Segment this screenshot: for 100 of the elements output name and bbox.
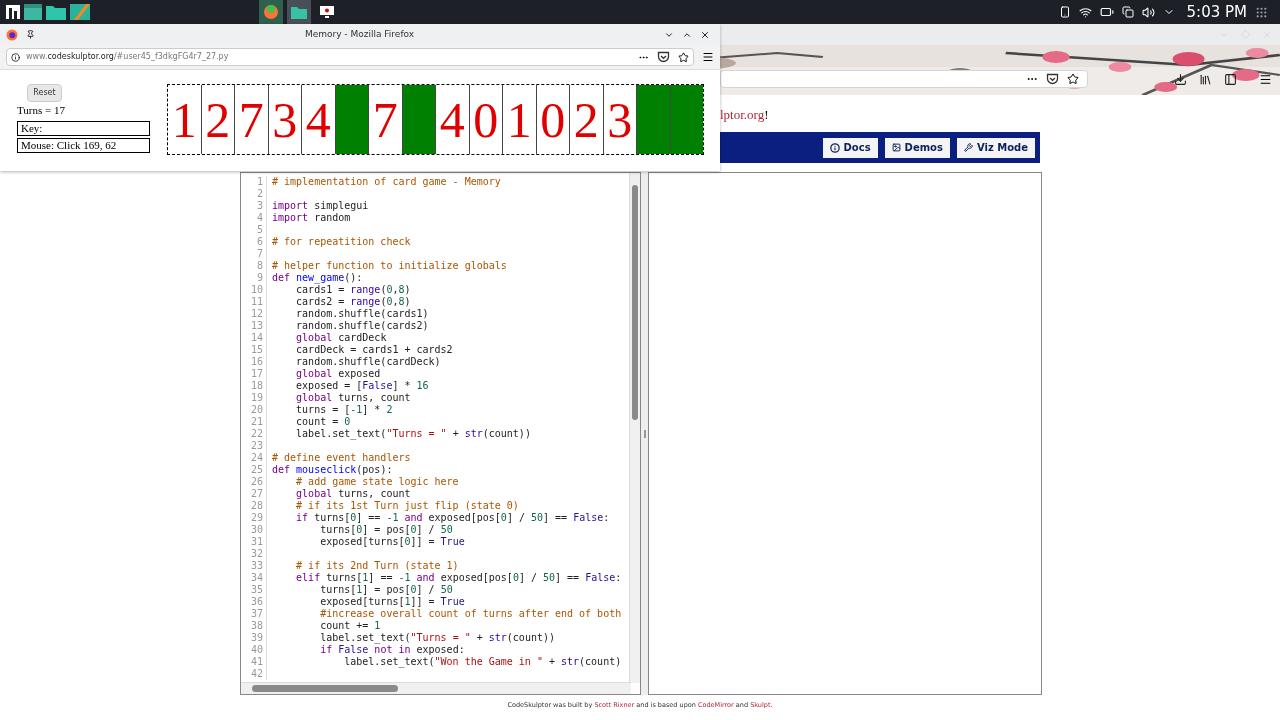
menu-icon[interactable]	[1259, 72, 1272, 86]
line-number: 3	[241, 200, 267, 212]
code-line: def new_game():	[271, 272, 363, 284]
volume-icon[interactable]	[1141, 5, 1155, 19]
line-number: 4	[241, 212, 267, 224]
reset-button[interactable]: Reset	[27, 84, 62, 102]
line-number: 1	[241, 176, 267, 188]
line-number: 7	[241, 248, 267, 260]
sidebar-icon[interactable]	[1224, 72, 1237, 86]
pocket-icon[interactable]	[1046, 73, 1059, 85]
line-number: 9	[241, 272, 267, 284]
line-number: 19	[241, 392, 267, 404]
line-number: 23	[241, 440, 267, 452]
line-number: 31	[241, 536, 267, 548]
pocket-icon[interactable]	[657, 51, 670, 63]
code-line: random.shuffle(cardDeck)	[295, 356, 441, 368]
files-task-icon[interactable]	[287, 0, 311, 24]
menu-icon[interactable]	[702, 51, 714, 63]
app-menu-icon[interactable]	[6, 5, 20, 19]
line-number: 5	[241, 224, 267, 236]
code-line: turns[0] = pos[0] / 50	[319, 524, 453, 536]
code-line: random.shuffle(cards2)	[295, 320, 429, 332]
code-line: import simplegui	[271, 200, 369, 212]
code-line: cards2 = range(0,8)	[295, 296, 411, 308]
line-number: 2	[241, 188, 267, 200]
url-text: www.codeskulptor.org/#user45_f3dkgFG4r7_27.py	[26, 51, 229, 63]
line-number: 16	[241, 356, 267, 368]
key-field[interactable]: Key:	[17, 121, 150, 136]
phone-icon[interactable]	[1058, 6, 1071, 18]
library-icon[interactable]	[1199, 72, 1212, 86]
nav-button[interactable]: Docs	[822, 137, 878, 158]
line-number: 38	[241, 620, 267, 632]
line-number: 29	[241, 512, 267, 524]
line-number: 21	[241, 416, 267, 428]
close-icon[interactable]	[700, 29, 710, 40]
grid-icon[interactable]	[1255, 5, 1268, 19]
code-line: import random	[271, 212, 351, 224]
line-number: 13	[241, 320, 267, 332]
line-number: 32	[241, 548, 267, 560]
code-line: cardDeck = cards1 + cards2	[295, 344, 453, 356]
code-line: count = 0	[295, 416, 351, 428]
wrench-icon	[963, 143, 973, 152]
clipboard-icon[interactable]	[1121, 6, 1134, 18]
code-line: exposed[turns[1]] = True	[319, 596, 465, 608]
code-line: if False not in exposed:	[319, 644, 465, 656]
code-line: random.shuffle(cards1)	[295, 308, 429, 320]
line-number: 8	[241, 260, 267, 272]
code-line: label.set_text("Turns = " + str(count))	[319, 632, 555, 644]
nav-button[interactable]: Viz Mode	[956, 137, 1035, 158]
pin-icon[interactable]	[26, 30, 35, 39]
code-line: # if its 2nd Turn (state 1)	[295, 560, 459, 572]
wifi-icon[interactable]	[1078, 5, 1092, 19]
mouse-field[interactable]: Mouse: Click 169, 62	[17, 138, 150, 153]
clock: 5:03 PM	[1186, 1, 1247, 23]
line-number: 24	[241, 452, 267, 464]
download-icon[interactable]	[1174, 72, 1187, 86]
code-line: cards1 = range(0,8)	[295, 284, 411, 296]
code-line: count += 1	[319, 620, 381, 632]
code-line: exposed[turns[0]] = True	[319, 536, 465, 548]
battery-icon[interactable]	[1099, 5, 1114, 19]
code-line: # for repeatition check	[271, 236, 411, 248]
line-number: 20	[241, 404, 267, 416]
bookmark-icon[interactable]	[1067, 73, 1079, 85]
line-number: 35	[241, 584, 267, 596]
code-line: elif turns[1] == -1 and exposed[pos[0] / 50] == False:	[295, 572, 622, 584]
code-line: turns = [-1] * 2	[295, 404, 393, 416]
code-editor[interactable]	[240, 172, 641, 695]
code-line: # implementation of card game - Memory	[271, 176, 501, 188]
code-line: # add game state logic here	[295, 476, 459, 488]
code-line: label.set_text("Turns = " + str(count))	[295, 428, 531, 440]
code-line: turns[1] = pos[0] / 50	[319, 584, 453, 596]
nav-button[interactable]: Demos	[884, 137, 950, 158]
line-number: 40	[241, 644, 267, 656]
line-number: 41	[241, 656, 267, 668]
line-number: 37	[241, 608, 267, 620]
firefox-icon	[6, 28, 18, 41]
code-line: global cardDeck	[295, 332, 387, 344]
code-line: # define event handlers	[271, 452, 411, 464]
line-number: 18	[241, 380, 267, 392]
bookmark-icon[interactable]	[678, 51, 689, 63]
line-number: 10	[241, 284, 267, 296]
line-number: 25	[241, 464, 267, 476]
code-line: # if its 1st Turn just flip (state 0)	[295, 500, 519, 512]
code-line: global exposed	[295, 368, 381, 380]
line-number: 12	[241, 308, 267, 320]
vertical-scrollbar[interactable]	[629, 173, 640, 683]
exclamation-text: !	[764, 107, 769, 122]
line-number: 36	[241, 596, 267, 608]
game-canvas[interactable]: 1 2 7 3 4 7 4 0 1 0 2 3	[167, 84, 704, 155]
line-number: 26	[241, 476, 267, 488]
firefox-task-icon[interactable]	[259, 0, 283, 24]
address-bar[interactable]: www.codeskulptor.org/#user45_f3dkgFG4r7_27.py	[6, 48, 694, 66]
code-line: #increase overall count of turns after end of both	[319, 608, 622, 620]
line-number: 27	[241, 488, 267, 500]
line-number: 15	[241, 344, 267, 356]
folder-icon[interactable]	[46, 4, 66, 20]
info-icon[interactable]	[11, 52, 20, 62]
code-line: label.set_text("Won the Game in " + str(count)	[343, 656, 622, 668]
line-number: 22	[241, 428, 267, 440]
horizontal-scrollbar[interactable]	[241, 682, 631, 694]
